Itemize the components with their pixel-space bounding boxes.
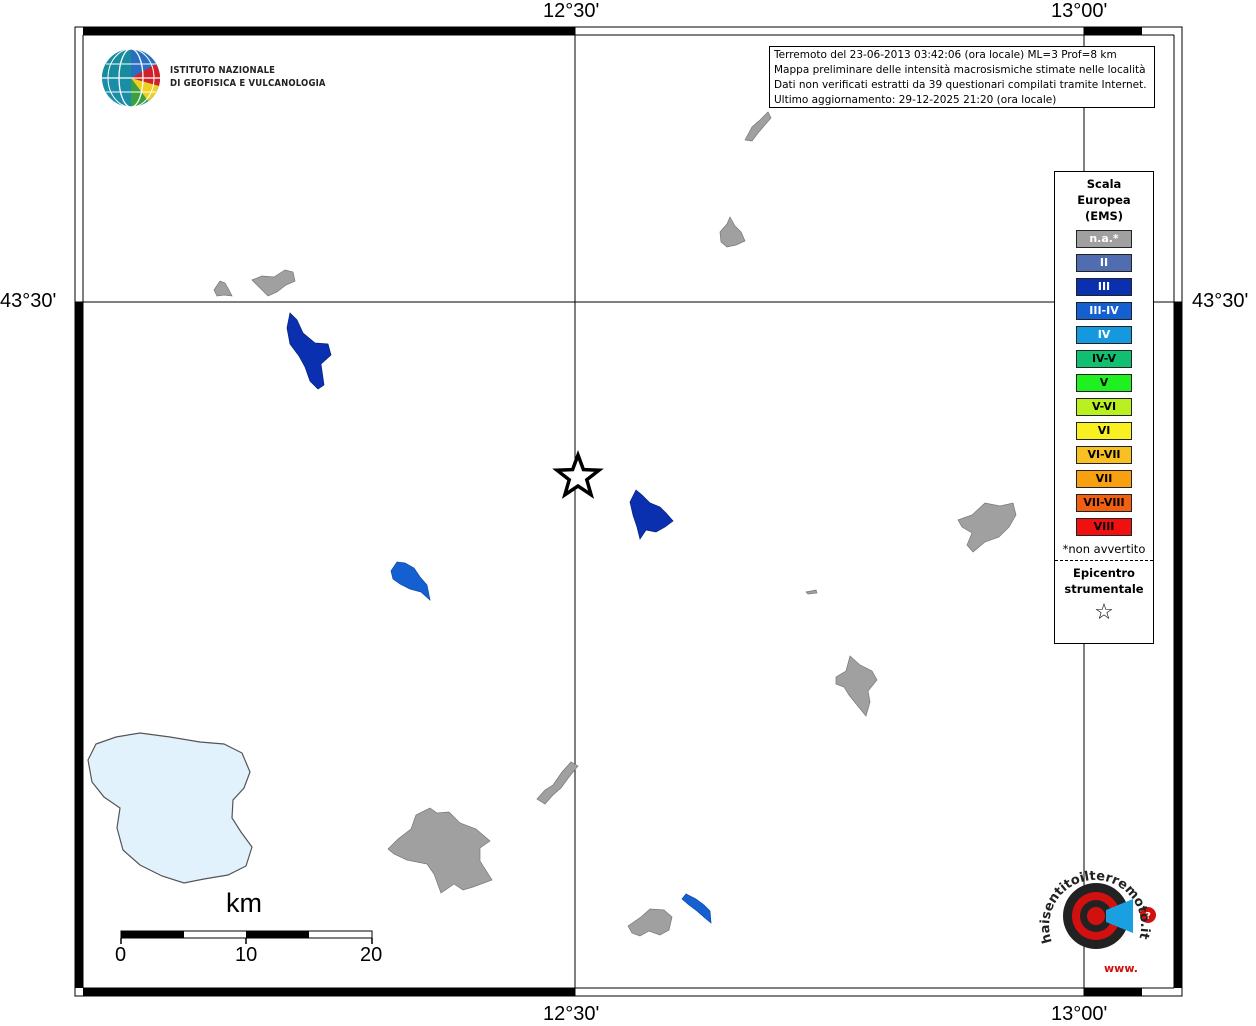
legend-item: V xyxy=(1076,374,1132,392)
event-info-box: Terremoto del 23-06-2013 03:42:06 (ora l… xyxy=(769,46,1155,108)
legend-item: III-IV xyxy=(1076,302,1132,320)
legend-item: II xyxy=(1076,254,1132,272)
legend-title-line-1: Scala xyxy=(1086,177,1122,191)
institute-line-1: ISTITUTO NAZIONALE xyxy=(170,65,276,76)
legend-epicenter-label: Epicentro strumentale xyxy=(1055,565,1153,597)
bottom-lon-label-2: 13°00' xyxy=(1051,1003,1108,1025)
info-line-1: Terremoto del 23-06-2013 03:42:06 (ora l… xyxy=(774,49,1117,61)
legend-title: Scala Europea (EMS) xyxy=(1055,176,1153,224)
legend-epicenter-line-1: Epicentro xyxy=(1073,566,1135,580)
legend-item: VII-VIII xyxy=(1076,494,1132,512)
top-lon-label-2: 13°00' xyxy=(1051,0,1108,22)
scale-tick-0: 0 xyxy=(115,944,127,966)
legend-item: IV xyxy=(1076,326,1132,344)
info-line-2: Mappa preliminare delle intensità macros… xyxy=(774,64,1146,76)
scale-tick-20: 20 xyxy=(360,944,383,966)
institute-line-2: DI GEOFISICA E VULCANOLOGIA xyxy=(170,78,326,89)
info-line-4: Ultimo aggiornamento: 29-12-2025 21:20 (… xyxy=(774,94,1057,106)
legend-item: VIII xyxy=(1076,518,1132,536)
info-line-3: Dati non verificati estratti da 39 quest… xyxy=(774,79,1147,91)
scale-tick-10: 10 xyxy=(235,944,258,966)
haisentito-text-ring: haisentitoilterremoto.it www. xyxy=(1038,869,1152,975)
left-lat-label: 43°30' xyxy=(0,290,57,312)
legend-item: III xyxy=(1076,278,1132,296)
legend-title-line-2: Europea xyxy=(1077,193,1131,207)
legend-items: n.a.* II III III-IV IV IV-V V V-VI VI VI-VII VII VI… xyxy=(1055,230,1153,536)
legend-title-line-3: (EMS) xyxy=(1084,209,1124,223)
legend-item: VI-VII xyxy=(1076,446,1132,464)
haisentito-prefix: www. xyxy=(1104,962,1138,975)
legend-star-icon: ☆ xyxy=(1094,600,1114,625)
ems-legend: Scala Europea (EMS) n.a.* II III III-IV IV IV… xyxy=(1054,171,1154,644)
legend-item: V-VI xyxy=(1076,398,1132,416)
legend-separator xyxy=(1055,560,1153,561)
legend-note: *non avvertito xyxy=(1062,542,1146,556)
scale-unit: km xyxy=(226,888,262,918)
legend-item: VI xyxy=(1076,422,1132,440)
bottom-lon-label-1: 12°30' xyxy=(543,1003,600,1025)
legend-item: VII xyxy=(1076,470,1132,488)
haisentito-text: haisentitoilterremoto.it xyxy=(1038,869,1152,945)
legend-item: IV-V xyxy=(1076,350,1132,368)
right-lat-label: 43°30' xyxy=(1192,290,1249,312)
legend-item: n.a.* xyxy=(1076,230,1132,248)
legend-epicenter-line-2: strumentale xyxy=(1064,582,1144,596)
institute-name: ISTITUTO NAZIONALE DI GEOFISICA E VULCAN… xyxy=(170,64,326,90)
top-lon-label-1: 12°30' xyxy=(543,0,600,22)
ingv-logo-icon xyxy=(102,48,160,108)
